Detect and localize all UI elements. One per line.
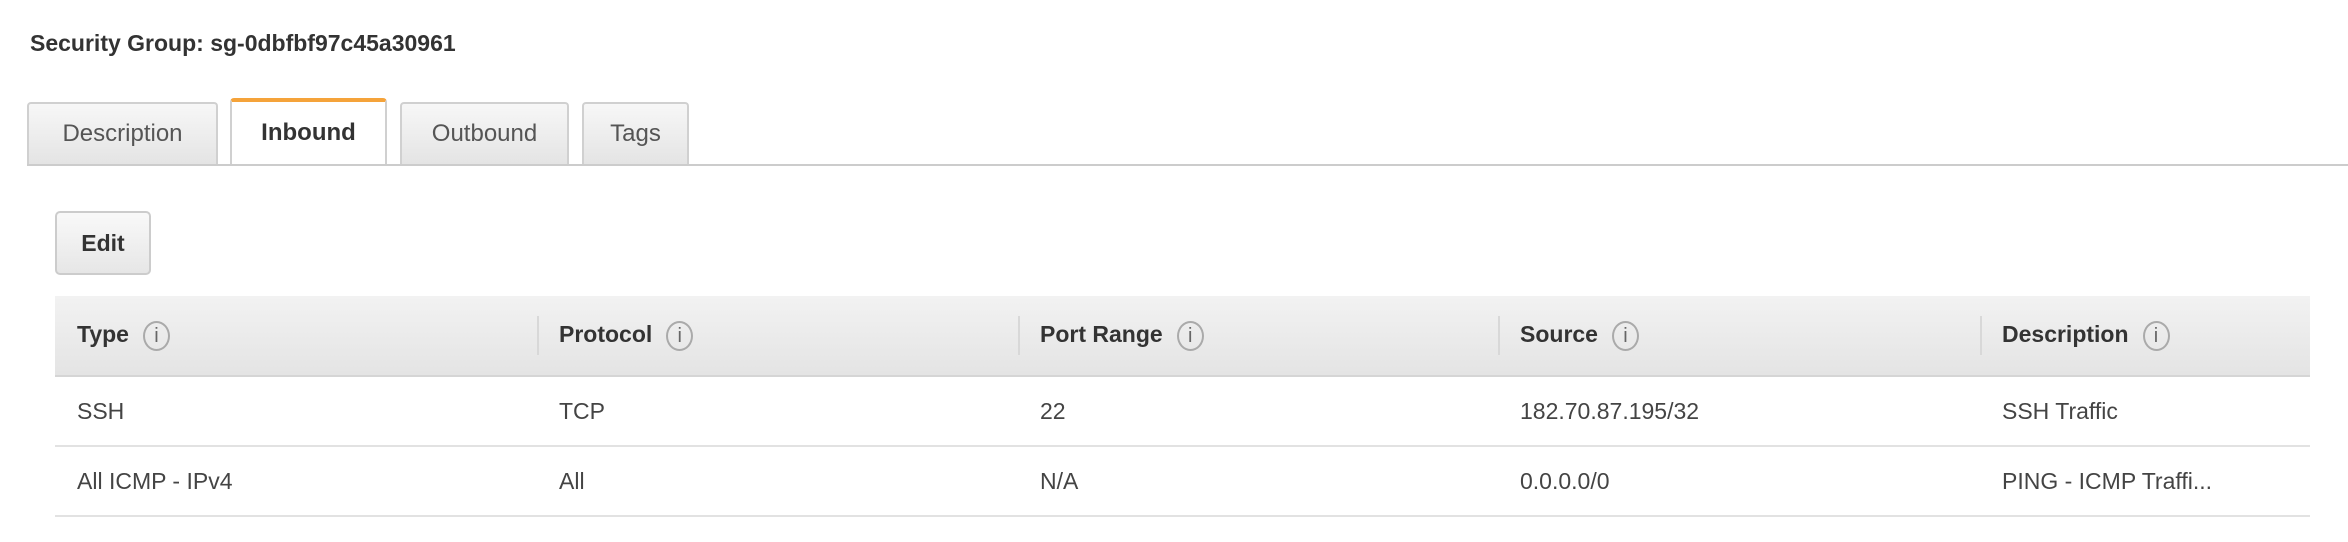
tab-description[interactable]: Description [27, 102, 218, 164]
info-icon[interactable]: i [1611, 320, 1639, 351]
info-icon[interactable]: i [666, 320, 694, 351]
table-row: SSH TCP 22 182.70.87.195/32 SSH Traffic [55, 376, 2310, 447]
column-header-protocol[interactable]: Protocol i [537, 296, 1018, 377]
page-title: Security Group: sg-0dbfbf97c45a30961 [30, 30, 456, 56]
cell-protocol: TCP [537, 376, 1018, 447]
info-icon[interactable]: i [142, 320, 170, 351]
column-header-source[interactable]: Source i [1498, 296, 1980, 377]
inbound-rules-table: Type i Protocol i Port Range i Source i Desc… [55, 296, 2310, 517]
cell-description: SSH Traffic [1980, 376, 2310, 447]
tab-tags[interactable]: Tags [582, 102, 689, 164]
cell-type: All ICMP - IPv4 [55, 446, 537, 517]
cell-source: 182.70.87.195/32 [1498, 376, 1980, 447]
cell-port-range: 22 [1018, 376, 1498, 447]
info-icon[interactable]: i [2142, 320, 2170, 351]
cell-description: PING - ICMP Traffi... [1980, 446, 2310, 517]
table-row: All ICMP - IPv4 All N/A 0.0.0.0/0 PING -… [55, 446, 2310, 517]
cell-type: SSH [55, 376, 537, 447]
tab-inbound[interactable]: Inbound [230, 98, 387, 164]
edit-button[interactable]: Edit [55, 211, 151, 275]
column-header-description[interactable]: Description i [1980, 296, 2310, 377]
cell-source: 0.0.0.0/0 [1498, 446, 1980, 517]
column-header-type[interactable]: Type i [55, 296, 537, 377]
cell-port-range: N/A [1018, 446, 1498, 517]
column-header-port-range[interactable]: Port Range i [1018, 296, 1498, 377]
info-icon[interactable]: i [1176, 320, 1204, 351]
tab-outbound[interactable]: Outbound [400, 102, 569, 164]
cell-protocol: All [537, 446, 1018, 517]
table-header-row: Type i Protocol i Port Range i Source i Desc… [55, 296, 2310, 377]
tab-divider [27, 164, 2348, 166]
